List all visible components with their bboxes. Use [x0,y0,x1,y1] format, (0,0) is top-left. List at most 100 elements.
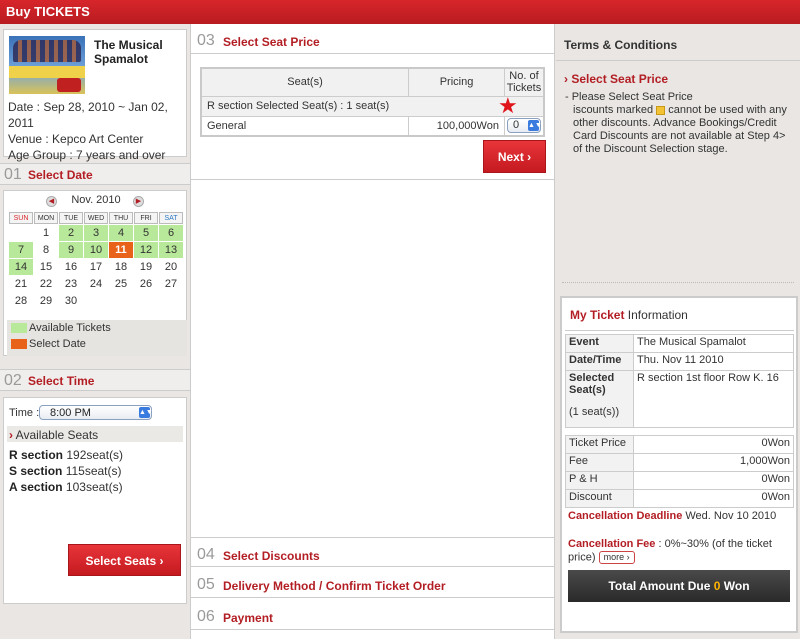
calendar-day-2[interactable]: 2 [59,225,83,241]
step-select-seat-price-header: 03 Select Seat Price [191,24,554,54]
time-label: Time : [9,407,40,419]
event-age-group: Age Group : 7 years and over [8,148,166,162]
calendar-day-11[interactable]: 11 [109,242,133,258]
event-details: Date : Sep 28, 2010 ~ Jan 02, 2011 Venue… [8,99,188,163]
info-selected-seats: R section 1st floor Row K. 16 [633,370,794,428]
info-date-time: Thu. Nov 11 2010 [633,352,794,371]
calendar-day-17: 17 [89,261,103,273]
seat-count-a: A section 103seat(s) [9,480,123,494]
seat-price-table: Seat(s) Pricing No. of Tickets R section… [200,67,545,137]
calendar-day-20: 20 [164,261,178,273]
calendar-legend: Available Tickets Select Date [7,320,187,356]
calendar-day-21: 21 [14,278,28,290]
calendar-empty-cell [9,225,33,241]
calendar-day-4[interactable]: 4 [109,225,133,241]
calendar-day-1: 1 [42,227,50,239]
weekday-fri: FRI [134,212,158,224]
calendar-day-26: 26 [139,278,153,290]
calendar-day-19: 19 [139,261,153,273]
calendar-day-10[interactable]: 10 [84,242,108,258]
calendar-month-label: Nov. 2010 [71,194,121,206]
ticket-price: 100,000Won [408,115,505,137]
dropdown-arrow-icon: ▲▼ [139,407,153,418]
calendar-day-14[interactable]: 14 [9,259,33,275]
terms-title: Terms & Conditions [564,38,678,52]
calendar-day-30: 30 [64,295,78,307]
chevron-right-icon: › [159,554,164,568]
dropdown-arrow-icon: ▲▼ [527,120,542,132]
right-panel: Terms & Conditions › Select Seat Price -… [556,24,800,639]
weekday-thu: THU [109,212,133,224]
calendar-day-18: 18 [114,261,128,273]
chevron-right-icon: › [527,150,532,164]
star-icon: ★ [498,93,518,118]
event-poster-image [9,36,85,94]
step-select-discounts[interactable]: 04 Select Discounts [191,537,554,567]
calendar-empty-cell [159,293,183,309]
main-panel: 03 Select Seat Price Seat(s) Pricing No.… [190,24,555,639]
selected-swatch [11,339,27,350]
cancellation-fee: Cancellation Fee : 0%~30% (of the ticket… [568,538,772,564]
calendar-day-24: 24 [89,278,103,290]
seat-count-s: S section 115seat(s) [9,464,122,478]
section-selected-row: R section Selected Seat(s) : 1 seat(s) [200,95,545,117]
calendar-day-3[interactable]: 3 [84,225,108,241]
calendar-day-13[interactable]: 13 [159,242,183,258]
chevron-right-icon: › [9,428,13,442]
event-venue: Venue : Kepco Art Center [8,132,144,146]
weekday-mon: MON [34,212,58,224]
weekday-tue: TUE [59,212,83,224]
calendar-day-7[interactable]: 7 [9,242,33,258]
weekday-sat: SAT [159,212,183,224]
calendar-day-6[interactable]: 6 [159,225,183,241]
total-amount-due: Total Amount Due 0 Won [568,570,790,602]
calendar-day-12[interactable]: 12 [134,242,158,258]
calendar-empty-cell [84,293,108,309]
calendar-day-29: 29 [39,295,53,307]
available-seats-header: › Available Seats [7,426,183,442]
step-payment[interactable]: 06 Payment [191,600,554,630]
select-seats-button[interactable]: Select Seats › [68,544,181,576]
calendar-day-22: 22 [39,278,53,290]
seat-count-r: R section 192seat(s) [9,448,124,462]
more-button[interactable]: more › [598,551,635,564]
step-select-time-header: 02 Select Time [0,369,190,391]
next-button[interactable]: Next › [483,140,546,173]
terms-text: - Please Select Seat Price iscounts mark… [565,91,787,155]
next-month-icon[interactable]: ▶ [133,196,144,207]
col-number-of-tickets: No. of Tickets [503,67,545,97]
step-delivery-method[interactable]: 05 Delivery Method / Confirm Ticket Orde… [191,568,554,598]
step-select-date-header: 01 Select Date [0,163,190,185]
ticket-fees-table: Ticket Price 0Won Fee 1,000Won P & H 0Won D… [565,435,794,508]
event-title: The Musical Spamalot [94,38,163,66]
calendar-day-5[interactable]: 5 [134,225,158,241]
calendar-day-25: 25 [114,278,128,290]
ticket-quantity-select[interactable]: 0 ▲▼ [506,118,542,134]
buy-tickets-header: Buy TICKETS [0,0,800,24]
fee-p-and-h: 0Won [633,471,794,490]
date-calendar: ◀ Nov. 2010 ▶ SUN MON TUE WED THU FRI SAT 1234… [3,190,187,356]
event-date: Date : Sep 28, 2010 ~ Jan 02, 2011 [8,100,168,130]
weekday-sun: SUN [9,212,33,224]
my-ticket-information: My Ticket Information Event The Musical … [560,296,798,633]
chevron-right-icon: › [626,552,630,562]
fee-booking: 1,000Won [633,453,794,472]
chevron-right-icon: › [564,72,568,86]
col-seats: Seat(s) [200,67,410,97]
total-amount-value: 0 [713,579,721,593]
time-select[interactable]: 8:00 PM ▲▼ [39,405,153,420]
fee-discount: 0Won [633,489,794,508]
fee-ticket-price: 0Won [633,435,794,454]
ticket-info-table: Event The Musical Spamalot Date/Time Thu… [565,334,794,428]
calendar-day-28: 28 [14,295,28,307]
my-ticket-title: My Ticket Information [570,308,688,322]
weekday-wed: WED [84,212,108,224]
calendar-day-16: 16 [64,261,78,273]
calendar-day-9[interactable]: 9 [59,242,83,258]
calendar-day-23: 23 [64,278,78,290]
time-selection: Time : 8:00 PM ▲▼ › Available Seats R se… [3,397,187,604]
discount-marker-icon [656,105,666,115]
calendar-day-15: 15 [39,261,53,273]
terms-subtitle: › Select Seat Price [564,72,669,86]
left-panel: The Musical Spamalot Date : Sep 28, 2010… [0,24,190,639]
